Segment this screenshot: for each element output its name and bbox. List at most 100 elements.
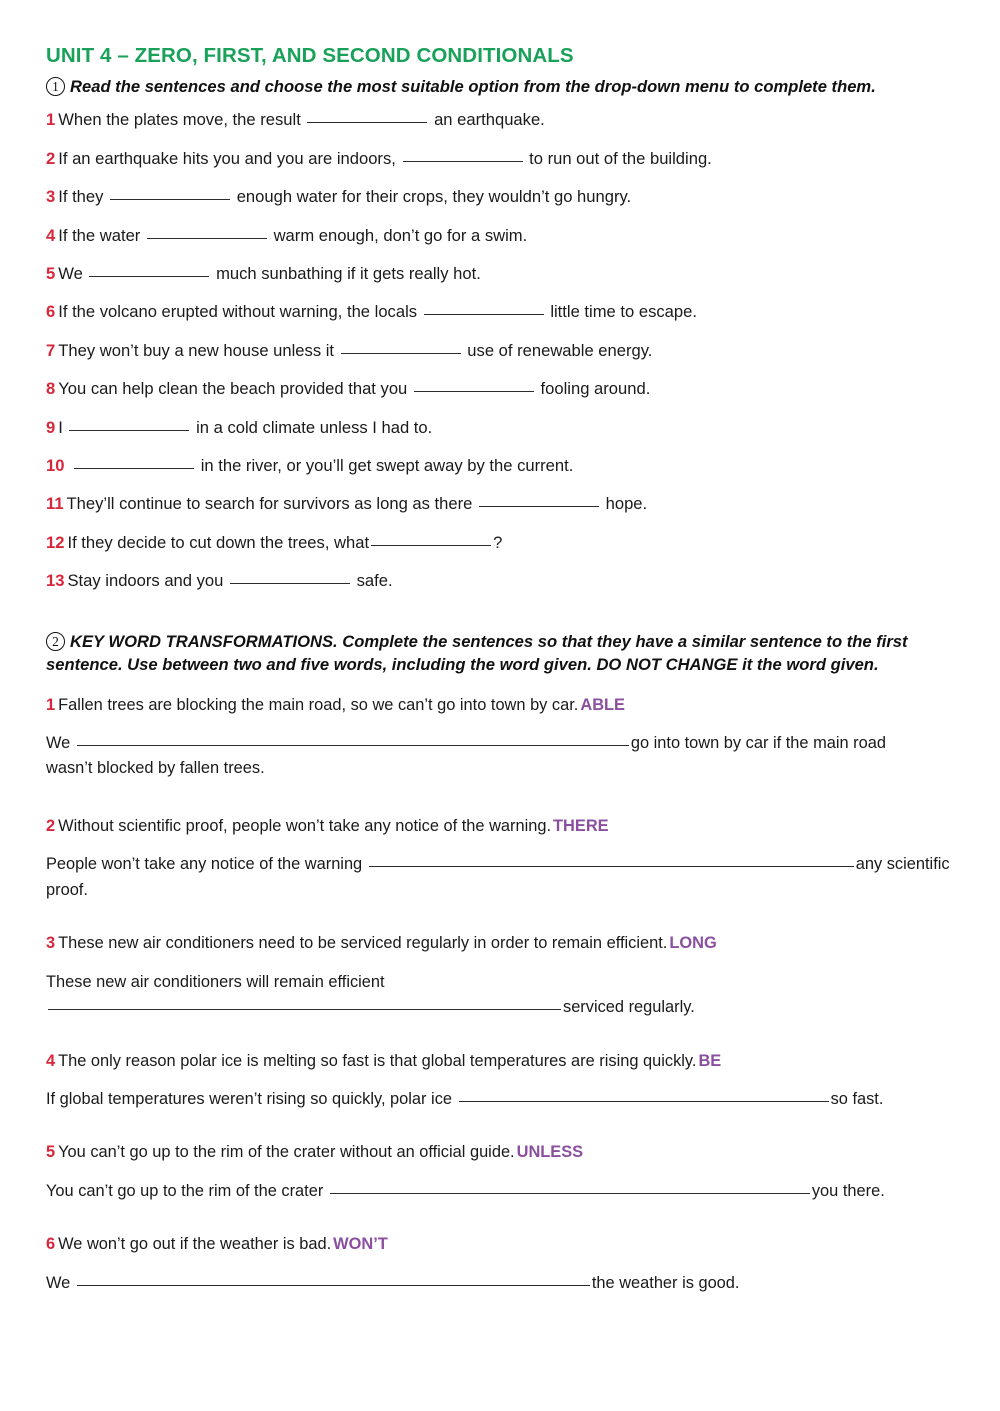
item-number: 6 bbox=[46, 302, 56, 322]
answer-blank[interactable] bbox=[329, 1192, 810, 1194]
exercise-1-item: 10 in the river, or you’ll get swept awa… bbox=[46, 456, 952, 476]
page-title: UNIT 4 – ZERO, FIRST, AND SECOND CONDITI… bbox=[46, 44, 574, 67]
item-text-before: You can help clean the beach provided th… bbox=[58, 379, 408, 399]
exercise-1-item: 4 If the water warm enough, don’t go for … bbox=[46, 226, 952, 246]
answer-blank[interactable] bbox=[307, 122, 428, 124]
answer-blank[interactable] bbox=[402, 160, 523, 162]
exercise-1-instructions: 1 Read the sentences and choose the most … bbox=[46, 76, 952, 99]
exercise-1-item: 3 If they enough water for their crops, t… bbox=[46, 187, 952, 207]
answer-text-before: These new air conditioners will remain e… bbox=[46, 972, 385, 991]
prompt-text: Fallen trees are blocking the main road,… bbox=[58, 695, 579, 714]
exercise-1-instruction-text: Read the sentences and choose the most s… bbox=[70, 76, 876, 96]
item-number: 2 bbox=[46, 148, 56, 168]
item-text-after: an earthquake. bbox=[434, 110, 545, 130]
answer-blank[interactable] bbox=[230, 583, 350, 585]
exercise-1-item: 2 If an earthquake hits you and you are i… bbox=[46, 149, 952, 169]
answer-blank[interactable] bbox=[76, 745, 629, 747]
prompt-text: Without scientific proof, people won’t t… bbox=[58, 816, 552, 835]
exercise-2-prompt: 5 You can’t go up to the rim of the crate… bbox=[46, 1142, 952, 1163]
item-number: 9 bbox=[46, 417, 56, 437]
answer-blank[interactable] bbox=[340, 352, 461, 354]
item-text-after: enough water for their crops, they would… bbox=[236, 187, 632, 207]
item-number: 1 bbox=[46, 110, 56, 130]
exercise-2-instructions: 2 KEY WORD TRANSFORMATIONS. Complete the … bbox=[46, 631, 952, 676]
exercise-1-item-list: 1 When the plates move, the result an ear… bbox=[46, 110, 952, 591]
item-text-after: in a cold climate unless I had to. bbox=[196, 417, 433, 437]
item-number: 5 bbox=[46, 263, 56, 283]
item-text-after: ? bbox=[493, 532, 503, 552]
exercise-2-prompt: 1 Fallen trees are blocking the main road… bbox=[46, 695, 952, 716]
answer-blank[interactable] bbox=[413, 391, 534, 393]
item-text-before: If they decide to cut down the trees, wh… bbox=[67, 532, 370, 552]
item-number: 2 bbox=[46, 816, 56, 835]
item-text-after: hope. bbox=[605, 494, 648, 514]
item-number: 10 bbox=[46, 455, 65, 475]
key-word: WON’T bbox=[333, 1235, 388, 1254]
item-text-before: They’ll continue to search for survivors… bbox=[66, 494, 473, 514]
answer-text-before: You can’t go up to the rim of the crater bbox=[46, 1181, 324, 1200]
answer-text-line-2: wasn’t blocked by fallen trees. bbox=[46, 759, 265, 778]
item-number: 4 bbox=[46, 1051, 56, 1070]
exercise-1-item: 6 If the volcano erupted without warning,… bbox=[46, 302, 952, 322]
exercise-2-prompt: 6 We won’t go out if the weather is bad. W… bbox=[46, 1234, 952, 1255]
exercise-2-answer: People won’t take any notice of the warn… bbox=[46, 852, 952, 903]
item-text-before: We bbox=[58, 263, 83, 283]
item-text-before: If they bbox=[58, 187, 104, 207]
answer-text-before: We bbox=[46, 734, 71, 753]
answer-text-before: If global temperatures weren’t rising so… bbox=[46, 1090, 453, 1109]
answer-blank[interactable] bbox=[458, 1101, 829, 1103]
item-text-after: fooling around. bbox=[540, 379, 651, 399]
answer-text-after: so fast. bbox=[830, 1090, 884, 1109]
item-number: 8 bbox=[46, 379, 56, 399]
exercise-2-item: 1 Fallen trees are blocking the main road… bbox=[46, 695, 952, 782]
item-number: 3 bbox=[46, 187, 56, 207]
item-number: 12 bbox=[46, 532, 65, 552]
answer-blank[interactable] bbox=[69, 429, 190, 431]
prompt-text: These new air conditioners need to be se… bbox=[58, 934, 668, 953]
exercise-1-item: 9I in a cold climate unless I had to. bbox=[46, 418, 952, 438]
key-word: BE bbox=[698, 1051, 722, 1070]
answer-blank[interactable] bbox=[74, 467, 195, 469]
item-text-before: Stay indoors and you bbox=[67, 571, 224, 591]
exercise-2-prompt: 2 Without scientific proof, people won’t … bbox=[46, 816, 952, 837]
item-number: 7 bbox=[46, 340, 56, 360]
item-number: 11 bbox=[46, 494, 64, 514]
item-number: 1 bbox=[46, 695, 56, 714]
exercise-1-item: 5 We much sunbathing if it gets really ho… bbox=[46, 264, 952, 284]
item-text-after: use of renewable energy. bbox=[467, 340, 653, 360]
answer-blank[interactable] bbox=[371, 544, 492, 546]
answer-blank[interactable] bbox=[479, 506, 599, 508]
exercise-2-prompt: 4 The only reason polar ice is melting so… bbox=[46, 1051, 952, 1072]
answer-blank[interactable] bbox=[146, 237, 267, 239]
item-text-after: safe. bbox=[356, 571, 393, 591]
answer-blank[interactable] bbox=[423, 314, 544, 316]
item-text-after: in the river, or you’ll get swept away b… bbox=[200, 455, 574, 475]
item-number: 6 bbox=[46, 1235, 56, 1254]
answer-blank[interactable] bbox=[368, 866, 854, 868]
exercise-2-item: 4 The only reason polar ice is melting so… bbox=[46, 1051, 952, 1113]
exercise-2-item: 3 These new air conditioners need to be s… bbox=[46, 933, 952, 1020]
exercise-2-item: 6 We won’t go out if the weather is bad. W… bbox=[46, 1234, 952, 1296]
item-number: 4 bbox=[46, 225, 56, 245]
key-word: ABLE bbox=[580, 695, 625, 714]
item-text-before: I bbox=[58, 417, 63, 437]
key-word: LONG bbox=[669, 934, 717, 953]
item-text-after: little time to escape. bbox=[550, 302, 697, 322]
exercise-1-item: 11 They’ll continue to search for survivo… bbox=[46, 494, 952, 514]
answer-blank[interactable] bbox=[89, 275, 210, 277]
answer-blank[interactable] bbox=[76, 1284, 590, 1286]
exercise-2-answer: These new air conditioners will remain e… bbox=[46, 970, 952, 1021]
exercise-1-marker: 1 bbox=[46, 76, 65, 96]
exercise-2-marker: 2 bbox=[46, 632, 65, 652]
exercise-1-item: 13 Stay indoors and you safe. bbox=[46, 571, 952, 591]
item-text-after: much sunbathing if it gets really hot. bbox=[216, 263, 481, 283]
answer-blank[interactable] bbox=[110, 199, 231, 201]
answer-blank[interactable] bbox=[48, 1009, 561, 1011]
exercise-2-answer: We go into town by car if the main road … bbox=[46, 731, 952, 782]
exercise-1-section: 1 Read the sentences and choose the most … bbox=[46, 76, 952, 592]
exercise-2-item: 5 You can’t go up to the rim of the crate… bbox=[46, 1142, 952, 1204]
